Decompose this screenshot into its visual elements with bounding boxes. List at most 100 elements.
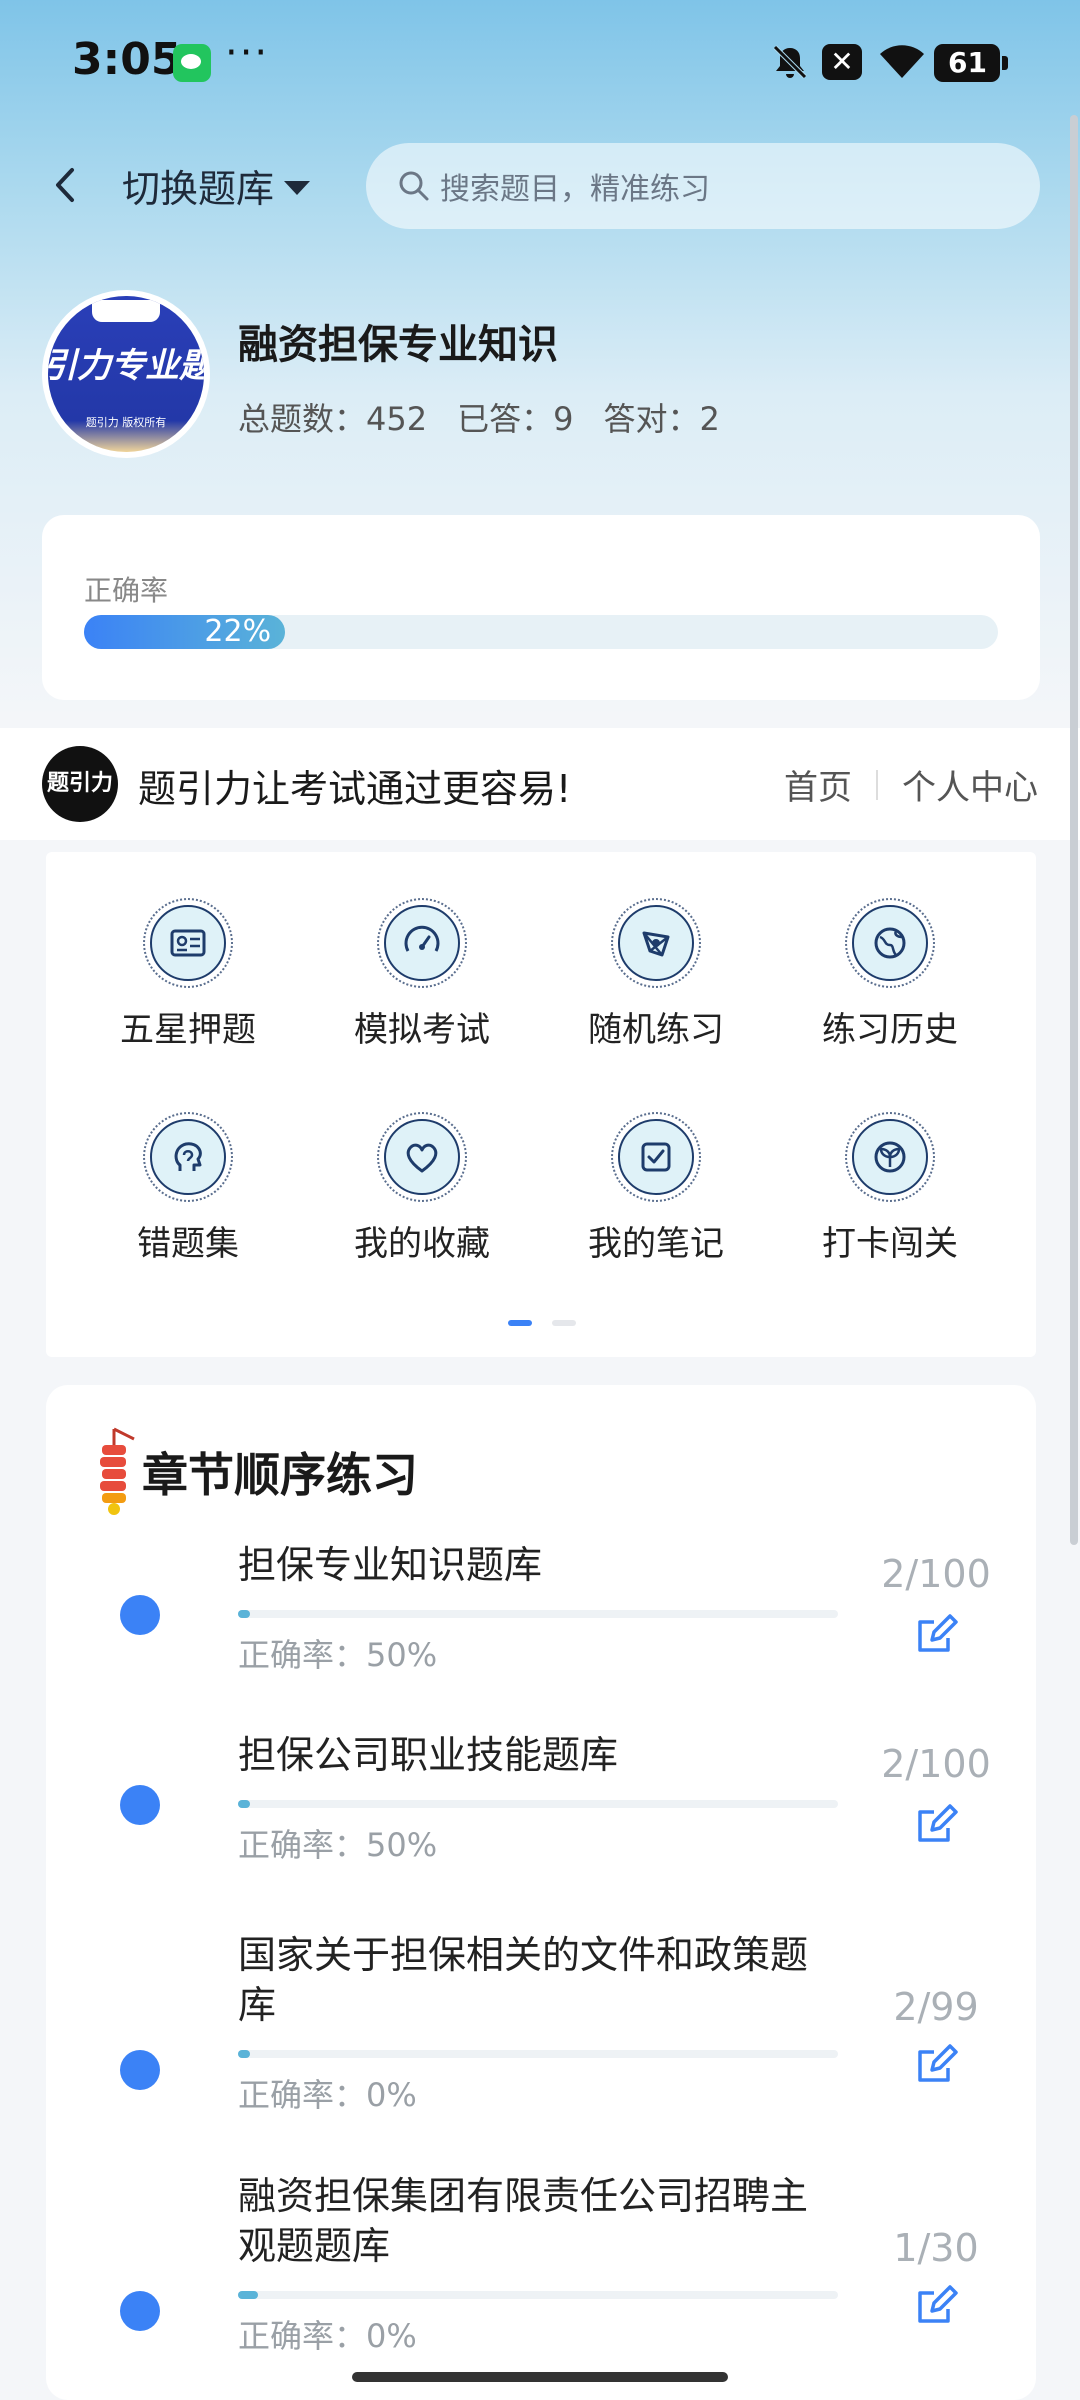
globe-icon [845, 898, 935, 988]
status-time: 3:05 [72, 34, 182, 85]
chapter-bullet [120, 2050, 160, 2090]
caret-down-icon [284, 180, 311, 195]
switch-bank-label: 切换题库 [122, 167, 275, 211]
chapter-progress-track [238, 1610, 838, 1618]
page-indicator [508, 1320, 576, 1326]
close-notification-icon: ✕ [822, 44, 862, 80]
heart-icon [377, 1112, 467, 1202]
grid-item-1[interactable]: 五星押题 [78, 898, 298, 1051]
network-icon [611, 898, 701, 988]
accuracy-percent: 22% [204, 614, 272, 649]
promo-links: 首页 个人中心 [784, 760, 1038, 809]
grid-item-label: 我的收藏 [354, 1224, 490, 1264]
sprout-icon [845, 1112, 935, 1202]
check-note-icon [611, 1112, 701, 1202]
profile-link[interactable]: 个人中心 [902, 760, 1038, 809]
chapter-accuracy: 正确率：0% [238, 2076, 417, 2114]
stat-answered: 已答：9 [457, 400, 574, 438]
wechat-icon [173, 44, 211, 82]
chapter-accuracy: 正确率：50% [238, 1826, 438, 1864]
accuracy-card: 正确率 22% [42, 515, 1040, 700]
chapter-bullet [120, 1785, 160, 1825]
status-bar: 3:05 ··· ✕ 61 [0, 0, 1080, 125]
promo-bar: 题引力 题引力让考试通过更容易! 首页 个人中心 [0, 728, 1080, 840]
grid-item-6[interactable]: 我的收藏 [312, 1112, 532, 1265]
chapter-name: 担保专业知识题库 [238, 1543, 543, 1587]
bank-name: 融资担保专业知识 [238, 322, 558, 368]
accuracy-label: 正确率 [84, 574, 169, 607]
function-grid: 五星押题 模拟考试 随机练习 练习历史错题集 我的收藏 我的笔记 打卡闯关 [46, 852, 1036, 1357]
search-input[interactable]: 搜索题目，精准练习 [366, 143, 1040, 229]
chapter-name: 融资担保集团有限责任公司招聘主 [238, 2174, 809, 2218]
back-arrow-icon[interactable] [42, 160, 92, 210]
chapter-count: 2/99 [893, 1985, 979, 2029]
link-divider [876, 769, 878, 800]
bank-logo: 引力专业题 题引力 版权所有 [42, 290, 210, 458]
chapter-progress-track [238, 2050, 838, 2058]
promo-slogan: 题引力让考试通过更容易! [138, 767, 572, 811]
wifi-icon [880, 45, 924, 78]
grid-item-label: 我的笔记 [588, 1224, 724, 1264]
head-icon [143, 1112, 233, 1202]
chapter-accuracy: 正确率：50% [238, 1636, 438, 1674]
switch-bank-dropdown[interactable]: 切换题库 [122, 158, 311, 213]
grid-item-label: 随机练习 [588, 1010, 724, 1050]
grid-item-label: 错题集 [137, 1224, 239, 1264]
home-indicator[interactable] [352, 2372, 728, 2382]
firecracker-icon [100, 1427, 135, 1515]
page-dot [552, 1320, 576, 1326]
bank-logo-sub: 题引力 版权所有 [85, 416, 167, 429]
chapter-bullet [120, 2291, 160, 2331]
chapter-progress-track [238, 2291, 838, 2299]
edit-icon[interactable] [912, 2281, 960, 2329]
scroll-bar[interactable] [1070, 115, 1078, 1545]
grid-item-3[interactable]: 随机练习 [546, 898, 766, 1051]
grid-item-label: 练习历史 [822, 1010, 958, 1050]
edit-icon[interactable] [912, 1610, 960, 1658]
accuracy-progress-track: 22% [84, 615, 998, 649]
grid-item-label: 五星押题 [120, 1010, 256, 1050]
brand-logo: 题引力 [42, 746, 118, 822]
chapter-progress-fill [238, 1610, 250, 1618]
chapter-count: 2/100 [881, 1742, 991, 1786]
grid-item-7[interactable]: 我的笔记 [546, 1112, 766, 1265]
grid-item-8[interactable]: 打卡闯关 [780, 1112, 1000, 1265]
bank-logo-title: 引力专业题 [48, 346, 204, 386]
chapter-progress-fill [238, 1800, 250, 1808]
more-notifications-icon: ··· [225, 30, 270, 76]
chapter-progress-fill [238, 2050, 250, 2058]
chapter-count: 1/30 [893, 2226, 979, 2270]
chapter-progress-fill [238, 2291, 258, 2299]
chapter-title: 章节顺序练习 [142, 1448, 418, 1502]
grid-item-2[interactable]: 模拟考试 [312, 898, 532, 1051]
grid-item-label: 模拟考试 [354, 1010, 490, 1050]
search-placeholder: 搜索题目，精准练习 [440, 172, 710, 207]
stat-total: 总题数：452 [238, 400, 428, 438]
accuracy-progress-fill: 22% [84, 614, 286, 649]
grid-item-4[interactable]: 练习历史 [780, 898, 1000, 1051]
battery-icon: 61 [934, 44, 1008, 82]
edit-icon[interactable] [912, 2040, 960, 2088]
chapter-practice-card: 章节顺序练习 担保专业知识题库 正确率：50% 2/100 担保公司职业技能题库 正确率… [46, 1385, 1036, 2400]
bank-profile: 引力专业题 题引力 版权所有 融资担保专业知识 总题数：452 已答：9 答对：… [42, 290, 1042, 470]
bell-muted-icon [773, 45, 807, 79]
search-icon [399, 171, 429, 201]
page-dot-active [508, 1320, 532, 1326]
chapter-name: 国家关于担保相关的文件和政策题 [238, 1933, 809, 1977]
grid-item-5[interactable]: 错题集 [78, 1112, 298, 1265]
top-nav: 切换题库 搜索题目，精准练习 [0, 140, 1080, 230]
chapter-accuracy: 正确率：0% [238, 2317, 417, 2355]
chapter-bullet [120, 1595, 160, 1635]
bank-stats: 总题数：452 已答：9 答对：2 [238, 394, 720, 440]
grid-item-label: 打卡闯关 [822, 1224, 958, 1264]
chapter-name: 担保公司职业技能题库 [238, 1733, 619, 1777]
chapter-name-cont: 库 [238, 1983, 277, 2027]
stat-correct: 答对：2 [603, 400, 720, 438]
gauge-icon [377, 898, 467, 988]
home-link[interactable]: 首页 [784, 760, 852, 809]
chapter-name-cont: 观题题库 [238, 2224, 391, 2268]
edit-icon[interactable] [912, 1800, 960, 1848]
chapter-count: 2/100 [881, 1552, 991, 1596]
id-card-icon [143, 898, 233, 988]
chapter-progress-track [238, 1800, 838, 1808]
